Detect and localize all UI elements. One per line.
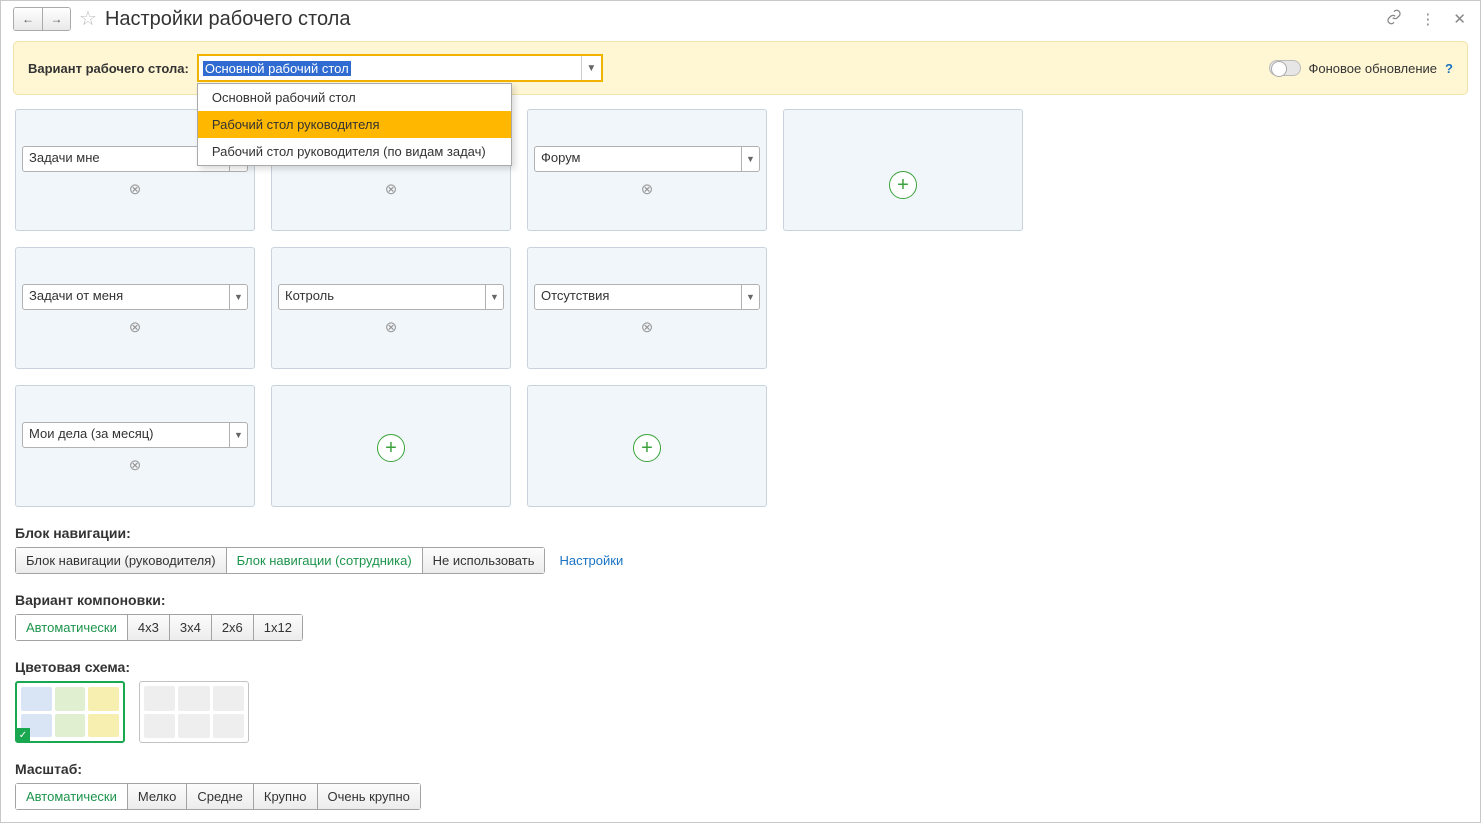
widget-combo-dropdown-button[interactable]: ▼ [485,285,503,309]
widget-add-button[interactable]: + [377,434,405,462]
scale-option-3[interactable]: Крупно [254,783,318,810]
color-scheme-option-1[interactable] [139,681,249,743]
scale-label: Масштаб: [15,761,1466,777]
widget-combo-dropdown-button[interactable]: ▼ [229,285,247,309]
variant-option-1[interactable]: Рабочий стол руководителя [198,111,511,138]
scale-option-4[interactable]: Очень крупно [318,783,421,810]
widget-add-button[interactable]: + [633,434,661,462]
layout-variant-option-0[interactable]: Автоматически [15,614,128,641]
title-bar: ← → ☆ Настройки рабочего стола ⋮ ✕ [1,1,1480,37]
layout-variant-segment: Автоматически 4х3 3х4 2х6 1х12 [15,614,303,641]
favorite-star-icon[interactable]: ☆ [79,9,97,29]
nav-block-option-2[interactable]: Не использовать [423,547,546,574]
bg-refresh-hint-icon[interactable]: ? [1445,61,1453,76]
variant-option-2[interactable]: Рабочий стол руководителя (по видам зада… [198,138,511,165]
widget-cell: Мои дела (за месяц) ▼ ⊗ [15,385,255,507]
variant-bar: Вариант рабочего стола: Основной рабочий… [13,41,1468,95]
widget-combo[interactable]: Форум ▼ [534,146,760,172]
scale-option-1[interactable]: Мелко [128,783,187,810]
variant-combo-value: Основной рабочий стол [203,61,351,76]
widget-cell: Отсутствия ▼ ⊗ [527,247,767,369]
widget-remove-icon[interactable]: ⊗ [534,180,760,198]
forward-button[interactable]: → [42,8,70,30]
layout-variant-option-3[interactable]: 2х6 [212,614,254,641]
widget-remove-icon[interactable]: ⊗ [22,318,248,336]
widget-combo[interactable]: Котроль ▼ [278,284,504,310]
widget-grid: Задачи мне ▼ ⊗ ⊗ Форум ▼ ⊗ + [15,109,1466,507]
nav-block-label: Блок навигации: [15,525,1466,541]
scale-option-0[interactable]: Автоматически [15,783,128,810]
widget-cell: + [783,109,1023,231]
nav-block-option-0[interactable]: Блок навигации (руководителя) [15,547,227,574]
widget-combo-value: Отсутствия [535,285,741,309]
back-button[interactable]: ← [14,8,42,30]
widget-combo[interactable]: Отсутствия ▼ [534,284,760,310]
layout-variant-option-4[interactable]: 1х12 [254,614,303,641]
color-scheme-list: ✓ [15,681,1466,743]
variant-option-0[interactable]: Основной рабочий стол [198,84,511,111]
layout-variant-option-2[interactable]: 3х4 [170,614,212,641]
variant-combo-dropdown-button[interactable]: ▼ [581,56,601,80]
widget-combo-value: Мои дела (за месяц) [23,423,229,447]
variant-combo[interactable]: Основной рабочий стол ▼ [197,54,603,82]
widget-remove-icon[interactable]: ⊗ [278,318,504,336]
widget-remove-icon[interactable]: ⊗ [278,180,504,198]
widget-remove-icon[interactable]: ⊗ [22,180,248,198]
variant-label: Вариант рабочего стола: [28,61,189,76]
widget-combo-value: Котроль [279,285,485,309]
widget-add-button[interactable]: + [889,171,917,199]
more-icon[interactable]: ⋮ [1418,8,1437,30]
bg-refresh-toggle[interactable] [1269,60,1301,76]
scale-option-2[interactable]: Средне [187,783,254,810]
widget-combo-dropdown-button[interactable]: ▼ [741,147,759,171]
nav-block-segment: Блок навигации (руководителя) Блок навиг… [15,547,545,574]
widget-cell: Котроль ▼ ⊗ [271,247,511,369]
color-scheme-option-0[interactable]: ✓ [15,681,125,743]
widget-cell: Форум ▼ ⊗ [527,109,767,231]
widget-combo-value: Форум [535,147,741,171]
nav-block-option-1[interactable]: Блок навигации (сотрудника) [227,547,423,574]
bg-refresh-label: Фоновое обновление [1309,61,1438,76]
link-icon[interactable] [1384,7,1404,31]
widget-combo-value: Задачи от меня [23,285,229,309]
widget-remove-icon[interactable]: ⊗ [534,318,760,336]
variant-dropdown: Основной рабочий стол Рабочий стол руков… [197,83,512,166]
close-icon[interactable]: ✕ [1451,8,1468,30]
widget-cell: + [271,385,511,507]
check-icon: ✓ [16,728,30,742]
nav-block-settings-link[interactable]: Настройки [559,553,623,568]
widget-combo-dropdown-button[interactable]: ▼ [229,423,247,447]
page-title: Настройки рабочего стола [105,8,351,31]
widget-combo[interactable]: Мои дела (за месяц) ▼ [22,422,248,448]
widget-combo[interactable]: Задачи от меня ▼ [22,284,248,310]
nav-buttons: ← → [13,7,71,31]
widget-cell: Задачи от меня ▼ ⊗ [15,247,255,369]
color-scheme-label: Цветовая схема: [15,659,1466,675]
widget-cell: + [527,385,767,507]
widget-remove-icon[interactable]: ⊗ [22,456,248,474]
layout-variant-label: Вариант компоновки: [15,592,1466,608]
scale-segment: Автоматически Мелко Средне Крупно Очень … [15,783,421,810]
variant-combo-input[interactable]: Основной рабочий стол [199,56,581,80]
widget-combo-dropdown-button[interactable]: ▼ [741,285,759,309]
layout-variant-option-1[interactable]: 4х3 [128,614,170,641]
